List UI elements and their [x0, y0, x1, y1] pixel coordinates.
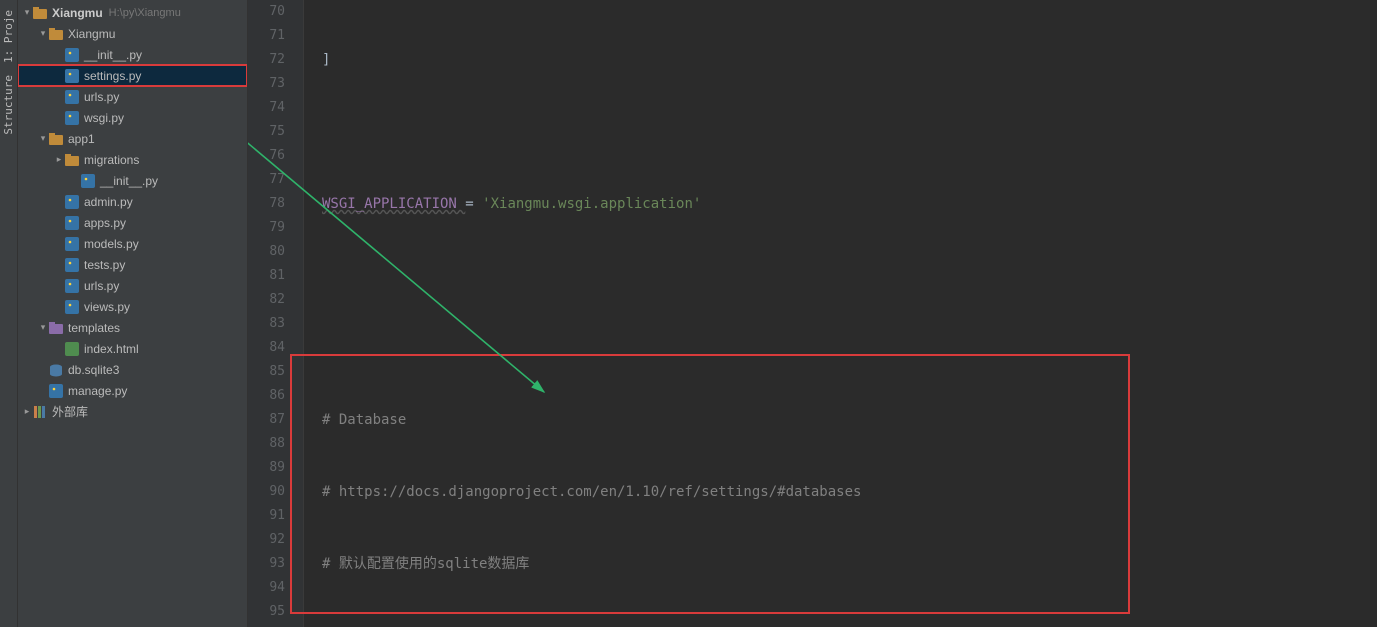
chevron-right-icon: ▸: [22, 406, 32, 417]
tree-file[interactable]: __init__.py: [18, 170, 247, 191]
python-file-icon: [64, 236, 80, 252]
tree-folder[interactable]: ▾ app1: [18, 128, 247, 149]
html-file-icon: [64, 341, 80, 357]
python-file-icon: [80, 173, 96, 189]
python-file-icon: [64, 68, 80, 84]
tree-file[interactable]: manage.py: [18, 380, 247, 401]
folder-icon: [48, 26, 64, 42]
python-file-icon: [48, 383, 64, 399]
project-root-label: Xiangmu: [52, 6, 103, 20]
code-line: ]: [322, 52, 330, 68]
tree-file[interactable]: urls.py: [18, 275, 247, 296]
settings-py-file[interactable]: settings.py: [18, 65, 247, 86]
project-root-path: H:\py\Xiangmu: [109, 7, 181, 19]
tree-file[interactable]: __init__.py: [18, 44, 247, 65]
database-file-icon: [48, 362, 64, 378]
chevron-down-icon: ▾: [38, 133, 48, 144]
python-file-icon: [64, 47, 80, 63]
python-file-icon: [64, 110, 80, 126]
project-tree[interactable]: ▾ Xiangmu H:\py\Xiangmu ▾ Xiangmu __init…: [18, 0, 248, 627]
code-token: WSGI_APPLICATION: [322, 196, 465, 212]
tree-file[interactable]: models.py: [18, 233, 247, 254]
chevron-down-icon: ▾: [22, 7, 32, 18]
project-tool-tab[interactable]: 1: Proje: [2, 4, 15, 69]
python-file-icon: [64, 215, 80, 231]
tree-folder-label: Xiangmu: [68, 27, 115, 41]
gutter: 7071727374757677787980818283848586878889…: [248, 0, 304, 627]
tree-file[interactable]: urls.py: [18, 86, 247, 107]
python-file-icon: [64, 194, 80, 210]
tree-folder[interactable]: ▾ templates: [18, 317, 247, 338]
tree-file[interactable]: wsgi.py: [18, 107, 247, 128]
external-libraries[interactable]: ▸ 外部库: [18, 401, 247, 422]
code-area[interactable]: ] WSGI_APPLICATION = 'Xiangmu.wsgi.appli…: [304, 0, 1377, 627]
tool-window-stripe: 1: Proje Structure: [0, 0, 18, 627]
tree-folder[interactable]: ▾ Xiangmu: [18, 23, 247, 44]
tree-file[interactable]: admin.py: [18, 191, 247, 212]
tree-file[interactable]: db.sqlite3: [18, 359, 247, 380]
folder-icon: [32, 5, 48, 21]
tree-file[interactable]: tests.py: [18, 254, 247, 275]
python-file-icon: [64, 257, 80, 273]
python-file-icon: [64, 278, 80, 294]
tree-file[interactable]: apps.py: [18, 212, 247, 233]
chevron-right-icon: ▸: [54, 154, 64, 165]
python-file-icon: [64, 299, 80, 315]
chevron-down-icon: ▾: [38, 322, 48, 333]
python-file-icon: [64, 89, 80, 105]
tree-file[interactable]: views.py: [18, 296, 247, 317]
tree-file[interactable]: index.html: [18, 338, 247, 359]
folder-icon: [48, 320, 64, 336]
chevron-down-icon: ▾: [38, 28, 48, 39]
folder-icon: [48, 131, 64, 147]
library-icon: [32, 404, 48, 420]
code-editor[interactable]: 7071727374757677787980818283848586878889…: [248, 0, 1377, 627]
tree-folder[interactable]: ▸ migrations: [18, 149, 247, 170]
structure-tool-tab[interactable]: Structure: [2, 69, 15, 141]
project-root[interactable]: ▾ Xiangmu H:\py\Xiangmu: [18, 2, 247, 23]
folder-icon: [64, 152, 80, 168]
